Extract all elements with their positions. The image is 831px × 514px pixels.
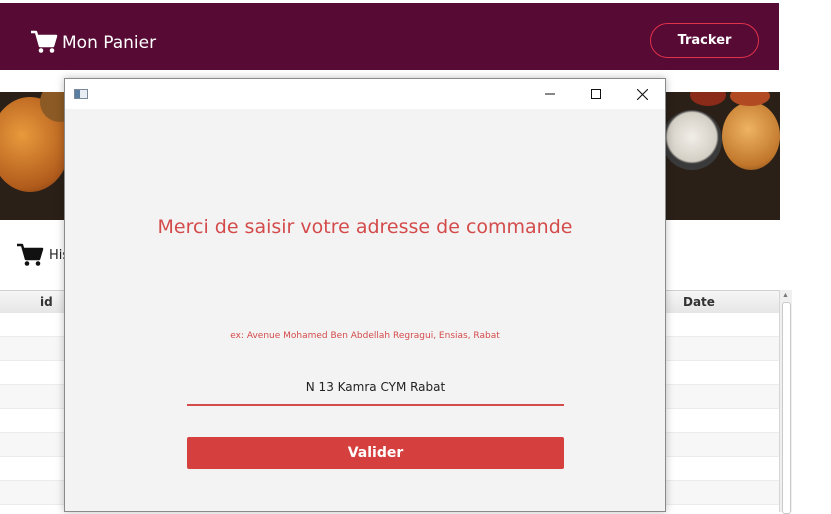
maximize-button[interactable] [573, 79, 619, 109]
dialog-prompt: Merci de saisir votre adresse de command… [157, 216, 573, 238]
validate-button[interactable]: Valider [187, 437, 564, 469]
scroll-thumb[interactable] [782, 302, 791, 514]
table-scrollbar[interactable]: ▲ [779, 290, 792, 514]
page-title: Mon Panier [62, 33, 157, 53]
scroll-up-icon[interactable]: ▲ [782, 292, 789, 299]
app-window-icon [74, 89, 88, 99]
address-dialog: Merci de saisir votre adresse de command… [64, 78, 666, 512]
minimize-icon [545, 93, 555, 95]
tracker-button[interactable]: Tracker [650, 23, 759, 58]
maximize-icon [591, 89, 601, 99]
column-header-id[interactable]: id [40, 295, 53, 309]
minimize-button[interactable] [527, 79, 573, 109]
address-input[interactable] [187, 370, 564, 406]
history-cart-icon [16, 243, 44, 272]
cart-icon [30, 30, 58, 59]
app-header: Mon Panier Tracker [0, 3, 779, 70]
close-button[interactable] [619, 79, 665, 109]
close-icon [636, 88, 648, 100]
dialog-titlebar[interactable] [65, 79, 665, 109]
address-hint: ex: Avenue Mohamed Ben Abdellah Regragui… [230, 331, 500, 341]
column-header-date[interactable]: Date [683, 295, 715, 309]
